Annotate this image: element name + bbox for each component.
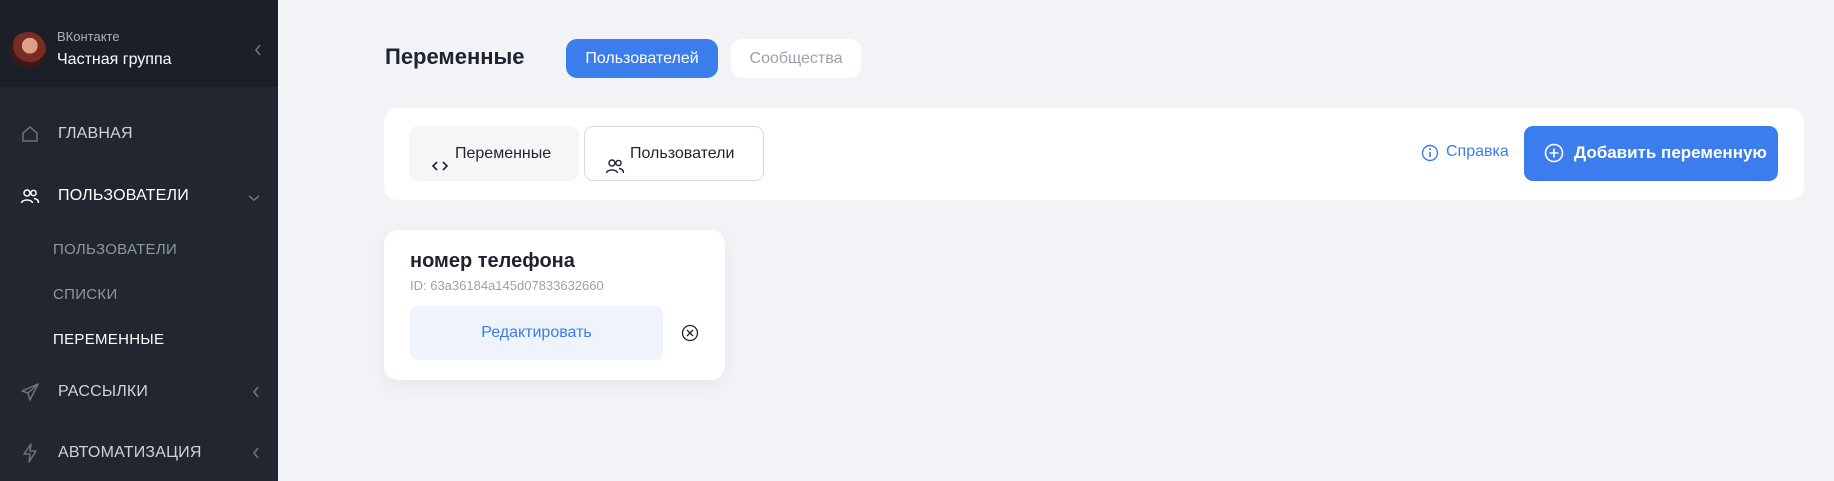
sidebar-subitem-users[interactable]: ПОЛЬЗОВАТЕЛИ	[53, 241, 177, 258]
add-variable-label: Добавить переменную	[1574, 143, 1767, 162]
tab-variables-label: Переменные	[455, 145, 552, 162]
network-label: ВКонтакте	[57, 29, 120, 44]
code-icon	[431, 143, 449, 198]
users-icon	[605, 144, 625, 197]
page-title: Переменные	[385, 44, 525, 69]
group-name: Частная группа	[57, 51, 172, 68]
sidebar-item-users[interactable]: ПОЛЬЗОВАТЕЛИ	[0, 172, 278, 220]
chevron-left-icon	[252, 385, 260, 403]
group-switcher[interactable]: ВКонтакте Частная группа	[0, 11, 278, 87]
chevron-left-icon	[254, 43, 262, 61]
tab-users-label: Пользователи	[630, 145, 735, 162]
info-icon	[1421, 144, 1439, 167]
sidebar-subitem-lists[interactable]: СПИСКИ	[53, 286, 118, 303]
sidebar: ВКонтакте Частная группа ГЛАВНАЯ ПОЛЬЗОВ…	[0, 0, 278, 481]
sidebar-subitem-variables[interactable]: ПЕРЕМЕННЫЕ	[53, 331, 164, 348]
sidebar-item-label: РАССЫЛКИ	[58, 383, 149, 400]
toolbar: Переменные Пользователи Справка Добавить…	[384, 108, 1804, 200]
sidebar-item-label: ПОЛЬЗОВАТЕЛИ	[58, 187, 189, 204]
users-icon	[20, 186, 40, 206]
tab-users-scope[interactable]: Пользователей	[566, 39, 718, 78]
variable-id: ID: 63a36184a145d07833632660	[410, 278, 604, 293]
home-icon	[20, 124, 40, 144]
edit-button[interactable]: Редактировать	[410, 306, 663, 360]
chevron-down-icon	[248, 189, 260, 207]
add-variable-button[interactable]: Добавить переменную	[1524, 126, 1778, 181]
tab-variables[interactable]: Переменные	[409, 126, 579, 181]
plus-circle-icon	[1544, 143, 1564, 168]
sidebar-item-label: АВТОМАТИЗАЦИЯ	[58, 444, 202, 461]
sidebar-item-home[interactable]: ГЛАВНАЯ	[0, 110, 278, 158]
chevron-left-icon	[252, 446, 260, 464]
delete-icon[interactable]	[681, 324, 699, 347]
tab-users[interactable]: Пользователи	[584, 126, 764, 181]
tab-community-scope[interactable]: Сообщества	[731, 39, 861, 78]
bolt-icon	[20, 443, 40, 463]
variable-card: номер телефона ID: 63a36184a145d07833632…	[384, 230, 725, 380]
variable-name: номер телефона	[410, 250, 575, 272]
help-label: Справка	[1446, 143, 1509, 160]
sidebar-item-label: ГЛАВНАЯ	[58, 125, 133, 142]
send-icon	[20, 382, 40, 402]
sidebar-top-strip	[0, 0, 278, 11]
avatar	[10, 32, 46, 68]
sidebar-item-mailings[interactable]: РАССЫЛКИ	[0, 368, 278, 416]
sidebar-item-automation[interactable]: АВТОМАТИЗАЦИЯ	[0, 429, 278, 477]
